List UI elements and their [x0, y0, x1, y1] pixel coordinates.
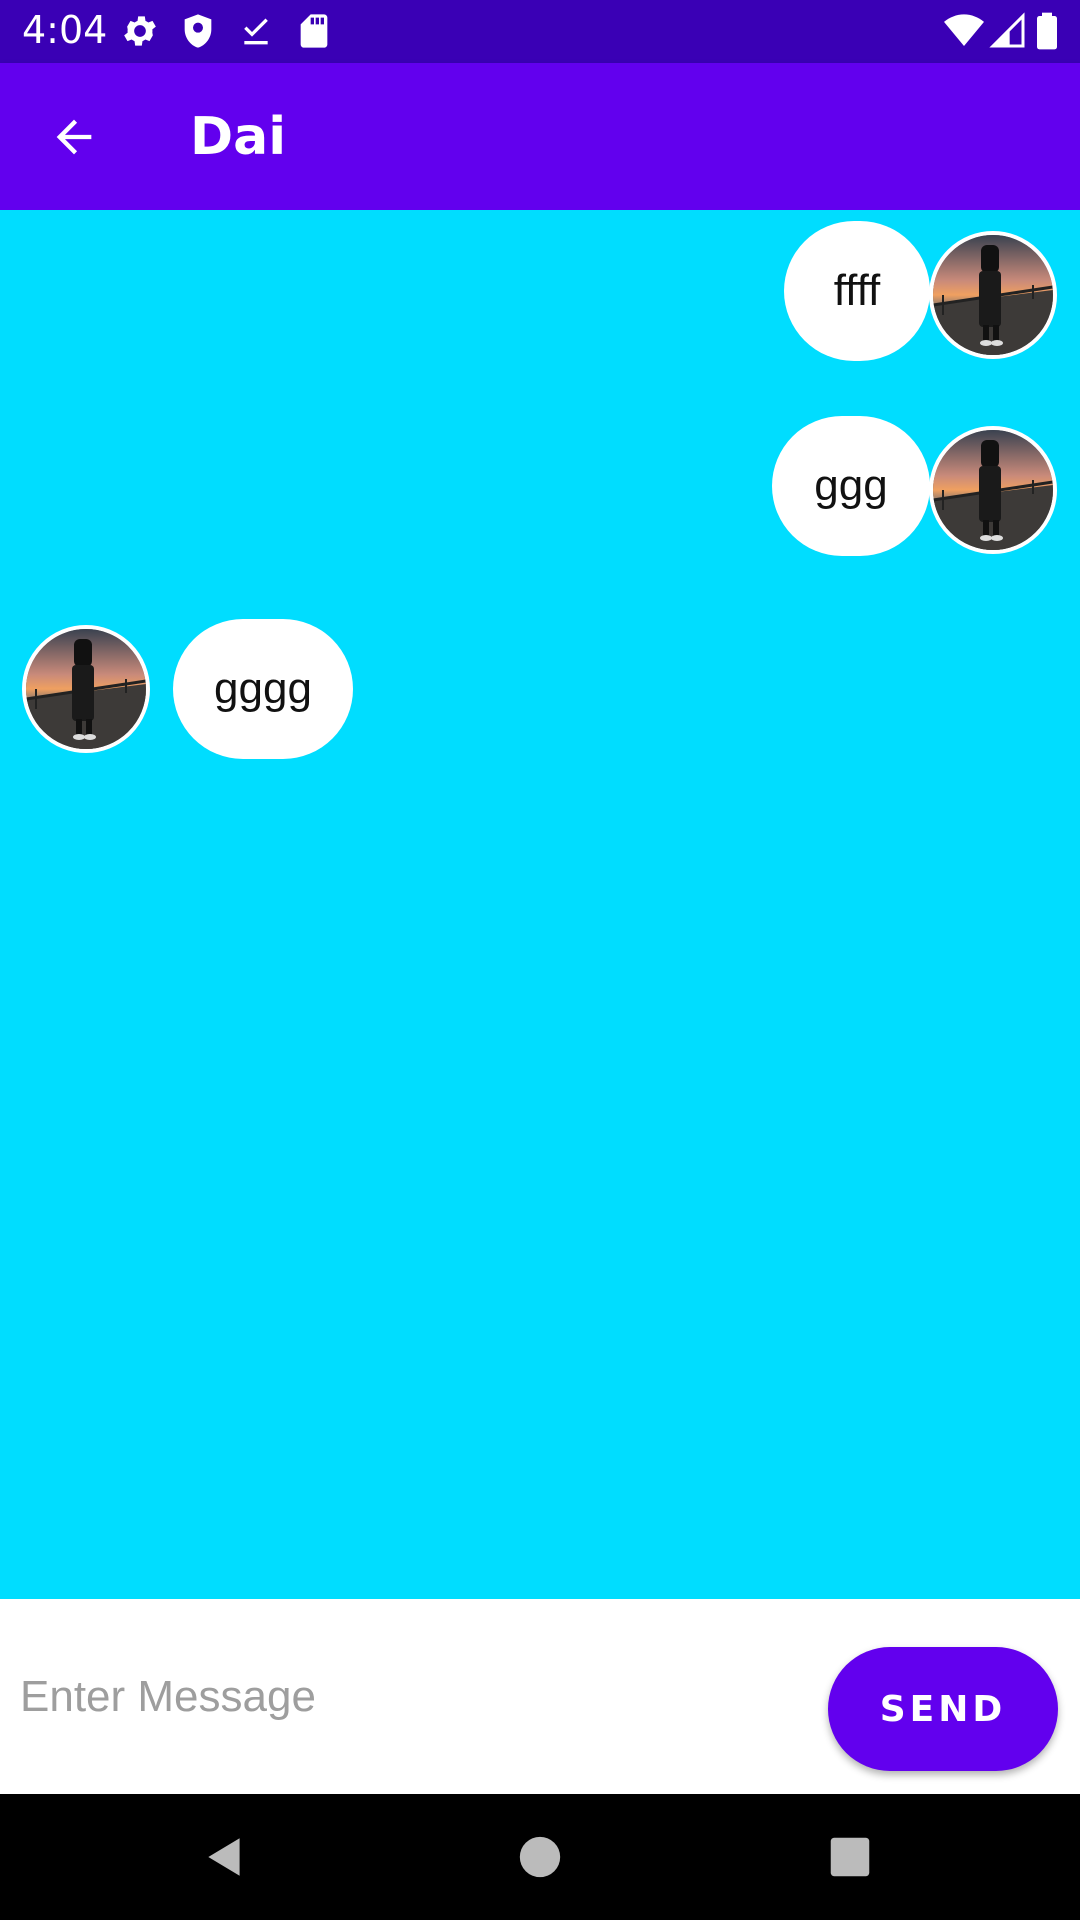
back-button[interactable] [36, 99, 112, 175]
sd-card-icon [300, 14, 328, 48]
message-composer: SEND [0, 1599, 1080, 1794]
avatar-photo [933, 235, 1053, 355]
message-bubble-received[interactable]: gggg [173, 619, 353, 759]
back-triangle-icon [208, 1838, 240, 1876]
nav-home-button[interactable] [505, 1822, 575, 1892]
message-bubble-sent[interactable]: ffff [784, 221, 930, 361]
download-done-icon [244, 18, 268, 45]
message-text: ggg [814, 461, 888, 510]
message-text: gggg [214, 664, 312, 713]
wifi-icon [944, 14, 984, 47]
message-input[interactable] [20, 1649, 800, 1745]
app-bar: Dai [0, 63, 1080, 210]
recents-square-icon [830, 1837, 870, 1877]
nav-recents-button[interactable] [815, 1822, 885, 1892]
status-bar: 4:04 [0, 0, 1080, 63]
page-title: Dai [190, 107, 287, 167]
status-time: 4:04 [22, 8, 108, 52]
arrow-back-icon [56, 119, 92, 155]
nav-back-button[interactable] [190, 1822, 260, 1892]
avatar-photo [933, 430, 1053, 550]
home-circle-icon [519, 1836, 561, 1878]
avatar[interactable] [22, 625, 150, 753]
avatar[interactable] [929, 426, 1057, 554]
avatar[interactable] [929, 231, 1057, 359]
gear-icon [124, 16, 156, 46]
chat-message-list[interactable]: ffff ggg gggg [0, 210, 1080, 1599]
battery-icon [1037, 12, 1057, 50]
message-text: ffff [833, 266, 881, 315]
message-bubble-sent[interactable]: ggg [772, 416, 930, 556]
avatar-photo [26, 629, 146, 749]
send-button[interactable]: SEND [828, 1647, 1058, 1771]
signal-icon [989, 12, 1025, 48]
system-nav-bar [0, 1794, 1080, 1920]
shield-icon [184, 14, 212, 48]
